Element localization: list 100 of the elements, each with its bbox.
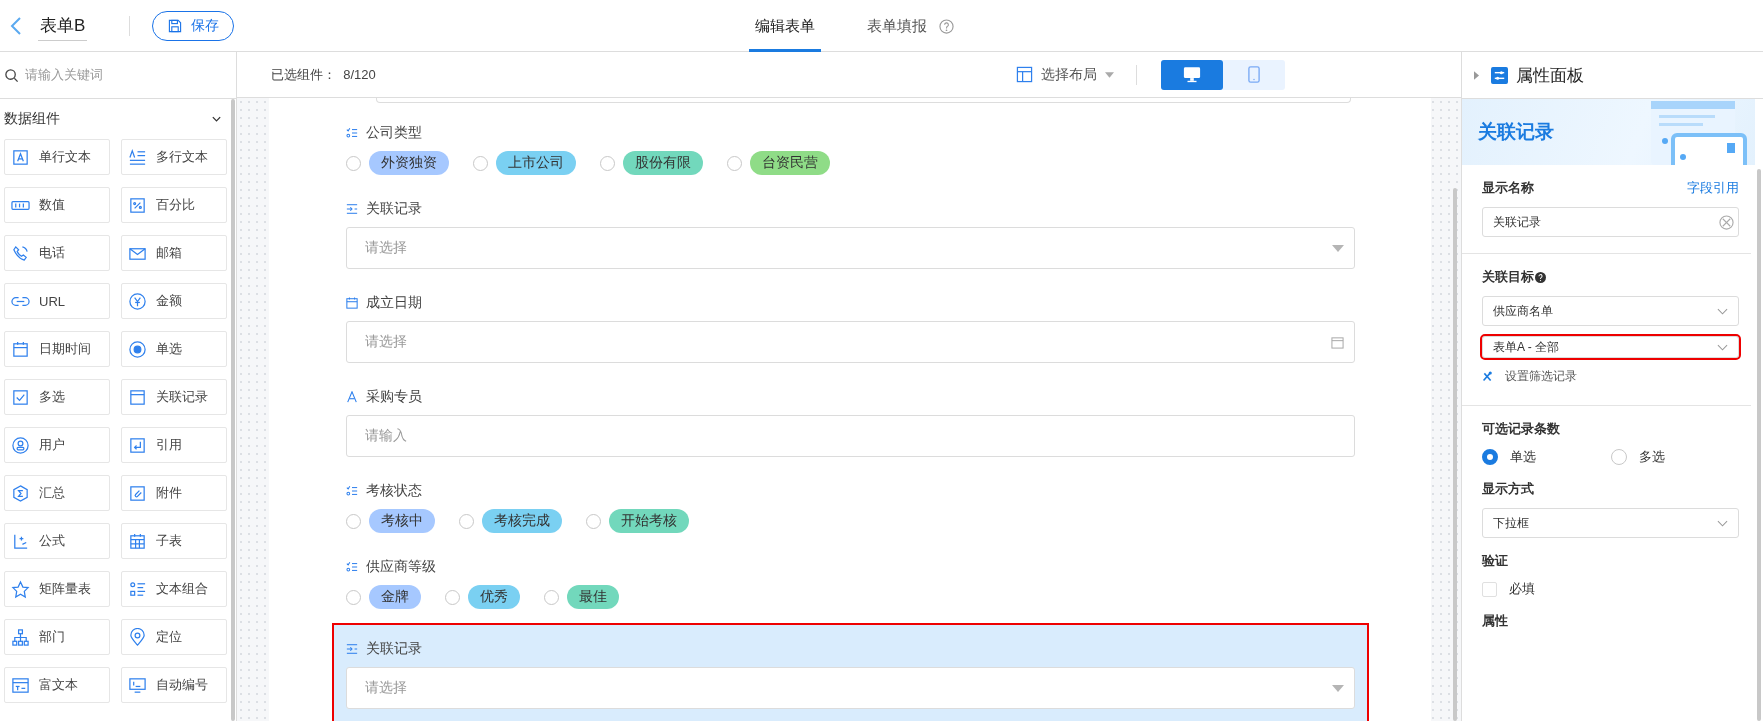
save-button[interactable]: 保存 [152, 11, 235, 41]
tab[interactable]: 编辑表单 [749, 0, 821, 52]
radio-button[interactable] [346, 155, 361, 171]
component-item[interactable]: 子表 [121, 523, 227, 559]
calendar-icon [11, 339, 30, 359]
section-label: 显示方式 [1482, 480, 1534, 498]
chevron-icon [1717, 307, 1728, 315]
filter-link[interactable]: 设置筛选记录 [1482, 368, 1739, 385]
chevron-icon [1717, 519, 1728, 527]
paperclip-icon [128, 483, 147, 503]
sliders-icon [1491, 66, 1508, 84]
selected-field[interactable]: 关联记录 请选择 [334, 625, 1367, 721]
rich-text-icon [11, 675, 30, 695]
component-item[interactable]: 多行文本 [121, 139, 227, 175]
component-item[interactable]: 定位 [121, 619, 227, 655]
component-item[interactable]: 数值 [4, 187, 110, 223]
clear-icon[interactable] [1719, 214, 1734, 230]
radio-button[interactable] [1482, 449, 1498, 465]
component-item[interactable]: 自动编号 [121, 667, 227, 703]
scrollbar[interactable] [1757, 169, 1761, 721]
monitor-icon [128, 675, 147, 695]
caret-icon[interactable] [1474, 70, 1479, 80]
component-item[interactable]: 部门 [4, 619, 110, 655]
component-item[interactable]: 附件 [121, 475, 227, 511]
radio-button[interactable] [445, 589, 460, 605]
radio-button[interactable] [346, 513, 361, 529]
location-pin-icon [128, 627, 147, 647]
component-item[interactable]: 百分比 [121, 187, 227, 223]
option-tag: 股份有限 [623, 151, 703, 175]
component-item[interactable]: 用户 [4, 427, 110, 463]
tools-icon [1482, 371, 1493, 382]
desktop-view-button[interactable] [1161, 59, 1223, 90]
window-icon [128, 387, 147, 407]
component-item[interactable]: 单行文本 [4, 139, 110, 175]
field-label: 关联记录 [366, 640, 422, 658]
radio-button[interactable] [586, 513, 601, 529]
component-item[interactable]: 关联记录 [121, 379, 227, 415]
component-item[interactable]: 矩阵量表 [4, 571, 110, 607]
back-icon[interactable] [10, 16, 22, 36]
radio-button[interactable] [727, 155, 742, 171]
list-icon [346, 485, 358, 497]
option-tag: 金牌 [369, 585, 421, 609]
option-tag: 考核中 [369, 509, 435, 533]
radio-button[interactable] [544, 589, 559, 605]
field-label: 成立日期 [366, 294, 422, 312]
form-field[interactable]: 考核状态 考核中 考核完成 开始考核 [346, 471, 1355, 547]
component-item[interactable]: 日期时间 [4, 331, 110, 367]
component-item[interactable]: 引用 [121, 427, 227, 463]
calendar-icon [346, 297, 358, 309]
layout-icon [1016, 66, 1033, 83]
option-tag: 外资独资 [369, 151, 449, 175]
component-item[interactable]: 文本组合 [121, 571, 227, 607]
radio-button[interactable] [1610, 449, 1627, 465]
phone-icon [11, 243, 30, 263]
radio-button[interactable] [459, 513, 474, 529]
component-item[interactable]: 富文本 [4, 667, 110, 703]
radio-button[interactable] [473, 155, 488, 171]
select-field[interactable]: 表单A - 全部 [1482, 336, 1739, 358]
select-field[interactable]: 供应商名单 [1482, 296, 1739, 326]
option-tag: 优秀 [468, 585, 520, 609]
option-tag: 上市公司 [496, 151, 576, 175]
calendar-icon [1331, 335, 1344, 349]
scrollbar[interactable] [231, 99, 235, 721]
component-item[interactable]: 金额 [121, 283, 227, 319]
component-item[interactable]: 公式 [4, 523, 110, 559]
caret-icon [1332, 244, 1344, 252]
layout-button[interactable]: 选择布局 [1010, 64, 1120, 85]
group-header[interactable]: 数据组件 [4, 99, 228, 139]
field-label: 公司类型 [366, 124, 422, 142]
form-field[interactable]: 关联记录 请选择 [346, 189, 1355, 283]
panel-title: 属性面板 [1516, 64, 1584, 87]
component-item[interactable]: 电话 [4, 235, 110, 271]
radio-button[interactable] [346, 589, 361, 605]
component-item[interactable]: 汇总 [4, 475, 110, 511]
form-field[interactable]: 供应商等级 金牌 优秀 最佳 [346, 547, 1355, 623]
caret-icon [1105, 71, 1114, 78]
field-label: 供应商等级 [366, 558, 436, 576]
form-field[interactable]: 成立日期 请选择 [346, 283, 1355, 377]
tab[interactable]: 表单填报 [861, 0, 933, 52]
radio-label: 多选 [1638, 448, 1665, 466]
component-item[interactable]: 多选 [4, 379, 110, 415]
form-field[interactable]: 采购专员 请输入 [346, 377, 1355, 471]
field-reference-link[interactable]: 字段引用 [1687, 179, 1739, 197]
user-icon [11, 435, 30, 455]
form-title[interactable]: 表单B [38, 11, 88, 41]
component-item[interactable]: 单选 [121, 331, 227, 367]
input-field[interactable]: 关联记录 [1482, 207, 1739, 237]
checkbox[interactable] [1482, 581, 1497, 597]
help-icon[interactable] [1535, 271, 1546, 283]
radio-button[interactable] [600, 155, 615, 171]
section-label: 属性 [1482, 612, 1508, 630]
scrollbar[interactable] [1453, 188, 1457, 721]
component-item[interactable]: URL [4, 283, 110, 319]
list-icon [346, 561, 358, 573]
link-record-icon [346, 643, 358, 655]
form-field[interactable]: 公司类型 外资独资 上市公司 股份有限 台资民营 [346, 113, 1355, 189]
select-field[interactable]: 下拉框 [1482, 508, 1739, 538]
section-label: 验证 [1482, 552, 1508, 570]
list-icon [346, 127, 358, 139]
component-item[interactable]: 邮箱 [121, 235, 227, 271]
